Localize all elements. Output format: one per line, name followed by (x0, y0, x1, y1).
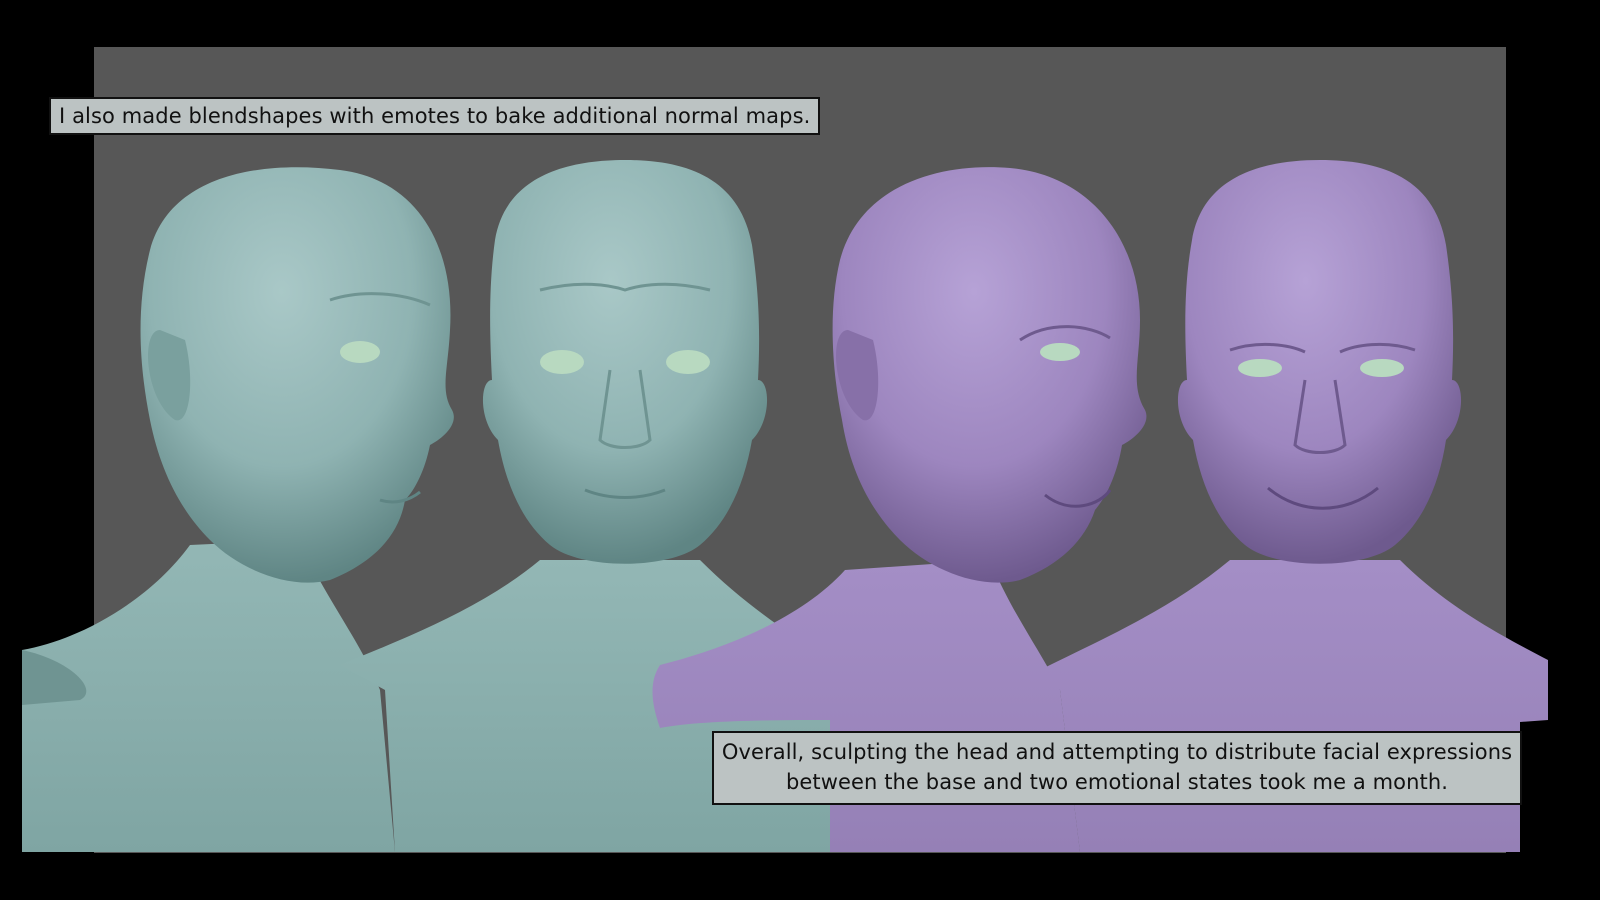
caption-summary: Overall, sculpting the head and attempti… (712, 731, 1522, 805)
caption-summary-line-1: Overall, sculpting the head and attempti… (721, 740, 1513, 764)
artwork-canvas: I also made blendshapes with emotes to b… (0, 0, 1600, 900)
caption-summary-line-2: between the base and two emotional state… (785, 770, 1449, 794)
caption-blendshapes: I also made blendshapes with emotes to b… (49, 97, 821, 135)
